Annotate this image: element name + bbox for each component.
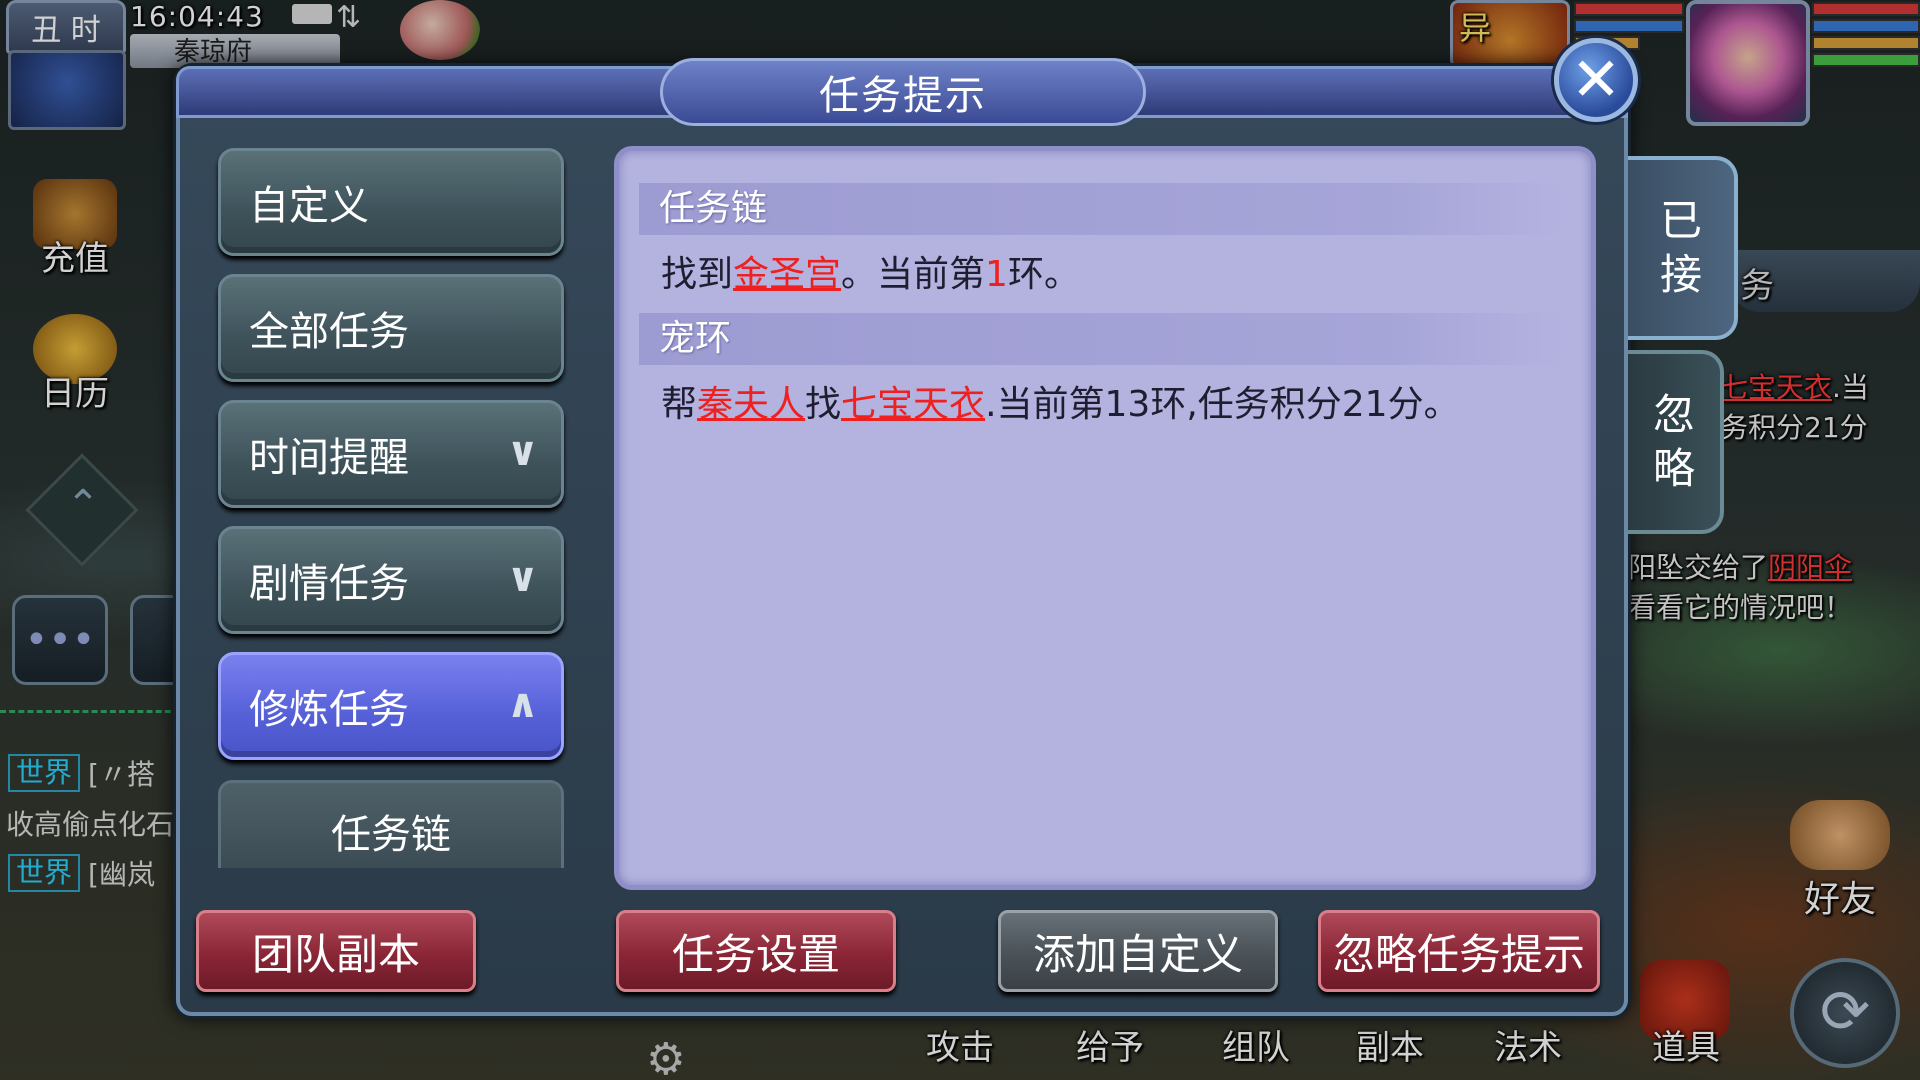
tab-label: 忽 — [1652, 390, 1695, 439]
menu-training-tasks[interactable]: 修炼任务 ∧ — [218, 652, 564, 760]
chevron-down-icon: ∨ — [506, 429, 539, 475]
task-link[interactable]: 金圣宫 — [733, 254, 841, 295]
menu-label: 自定义 — [249, 183, 369, 229]
task-text: 。当前第 — [841, 254, 986, 295]
task-text: 帮 — [661, 384, 698, 425]
task-settings-button[interactable]: 任务设置 — [616, 910, 896, 992]
menu-label: 修炼任务 — [249, 687, 409, 733]
task-section-header: 任务链 — [639, 183, 1573, 235]
submenu-task-chain[interactable]: 任务链 — [218, 780, 564, 868]
tab-label: 略 — [1652, 444, 1695, 493]
close-icon: ✕ — [1570, 45, 1622, 115]
task-description: 找到金圣宫。当前第1环。 — [661, 245, 1080, 297]
tab-label: 接 — [1659, 250, 1702, 299]
menu-label: 剧情任务 — [249, 561, 409, 607]
task-description: 帮秦夫人找七宝天衣.当前第13环,任务积分21分。 — [661, 375, 1460, 427]
menu-story-tasks[interactable]: 剧情任务 ∨ — [218, 526, 564, 634]
menu-label: 全部任务 — [249, 309, 409, 355]
task-link[interactable]: 秦夫人 — [697, 384, 805, 425]
tab-ignored[interactable]: 忽 略 — [1628, 350, 1724, 534]
task-text: .当前第13环,任务积分21分。 — [985, 384, 1460, 425]
tab-label: 已 — [1659, 196, 1702, 245]
menu-label: 时间提醒 — [249, 435, 409, 481]
menu-all-tasks[interactable]: 全部任务 — [218, 274, 564, 382]
dialog-title: 任务提示 — [660, 58, 1146, 126]
task-count: 1 — [985, 254, 1008, 295]
task-link[interactable]: 七宝天衣 — [841, 384, 985, 425]
chevron-up-icon: ∧ — [506, 681, 539, 727]
close-button[interactable]: ✕ — [1554, 38, 1638, 122]
task-text: 找 — [805, 384, 842, 425]
task-text: 找到 — [661, 254, 734, 295]
ignore-task-hint-button[interactable]: 忽略任务提示 — [1318, 910, 1600, 992]
task-content-panel: 任务链 找到金圣宫。当前第1环。 宠环 帮秦夫人找七宝天衣.当前第13环,任务积… — [614, 146, 1596, 890]
menu-time-reminder[interactable]: 时间提醒 ∨ — [218, 400, 564, 508]
chevron-down-icon: ∨ — [506, 555, 539, 601]
menu-custom[interactable]: 自定义 — [218, 148, 564, 256]
team-dungeon-button[interactable]: 团队副本 — [196, 910, 476, 992]
task-text: 环。 — [1007, 254, 1080, 295]
task-section-header: 宠环 — [639, 313, 1573, 365]
tab-accepted[interactable]: 已 接 — [1628, 156, 1738, 340]
add-custom-button[interactable]: 添加自定义 — [998, 910, 1278, 992]
